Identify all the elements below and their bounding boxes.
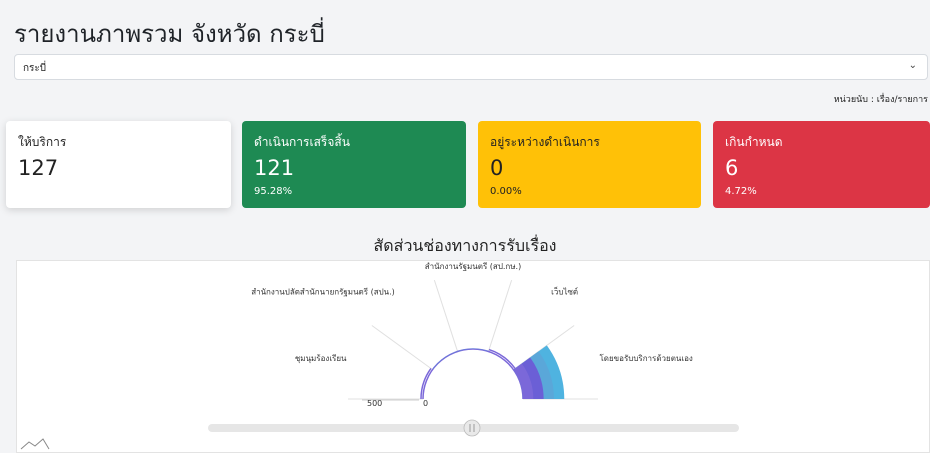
chart-category-label: สำนักงานรัฐมนตรี (สป.กษ.): [425, 262, 521, 271]
chart-svg: ชุมนุมร้องเรียน สำนักงานปลัดสำนักนายกรัฐม…: [20, 262, 739, 450]
province-select-value: กระบี่: [23, 63, 47, 74]
chart-inner-arc: [422, 348, 524, 400]
card-value: 121: [254, 156, 295, 180]
card-overdue: เกินกำหนด 6 4.72%: [713, 121, 930, 208]
chart-bar[interactable]: [432, 351, 458, 370]
unit-note: หน่วยนับ : เรื่อง/รายการ: [833, 95, 928, 105]
axis-label-0: 0: [423, 399, 428, 408]
channel-chart: ชุมนุมร้องเรียน สำนักงานปลัดสำนักนายกรัฐม…: [16, 260, 930, 453]
axis-label-500: 500: [367, 399, 382, 408]
chart-grid-spoke: [433, 279, 459, 352]
chart-grid-spoke: [487, 279, 513, 352]
card-value: 0: [490, 156, 504, 180]
chart-category-label: เว็บไซต์: [551, 286, 578, 296]
chart-title: สัดส่วนช่องทางการรับเรื่อง: [373, 236, 557, 255]
chart-category-labels: ชุมนุมร้องเรียน สำนักงานปลัดสำนักนายกรัฐม…: [251, 262, 693, 363]
card-percent: 0.00%: [490, 186, 522, 197]
card-label: อยู่ระหว่างดำเนินการ: [490, 135, 600, 149]
card-value: 127: [18, 156, 59, 180]
drag-handle-icon[interactable]: [463, 419, 481, 437]
chart-bar[interactable]: [432, 351, 458, 370]
chart-bar[interactable]: [432, 351, 458, 370]
chart-grid-spoke: [371, 325, 433, 371]
card-label: ให้บริการ: [18, 135, 67, 149]
card-label: ดำเนินการเสร็จสิ้น: [254, 135, 350, 149]
chevron-down-icon: ⌄: [908, 60, 917, 71]
chart-bar[interactable]: [432, 351, 458, 370]
chart-category-label: โดยขอรับบริการด้วยตนเอง: [599, 353, 692, 363]
card-completed: ดำเนินการเสร็จสิ้น 121 95.28%: [242, 121, 466, 208]
card-percent: 4.72%: [725, 186, 757, 197]
province-select[interactable]: กระบี่ ⌄: [14, 54, 928, 80]
card-label: เกินกำหนด: [725, 135, 783, 149]
card-percent: 95.28%: [254, 186, 293, 197]
chart-category-label: ชุมนุมร้องเรียน: [295, 354, 347, 363]
chart-category-label: สำนักงานปลัดสำนักนายกรัฐมนตรี (สปน.): [251, 287, 395, 296]
card-total-service: ให้บริการ 127: [6, 121, 231, 208]
area-chart-icon[interactable]: [20, 438, 50, 450]
card-in-progress: อยู่ระหว่างดำเนินการ 0 0.00%: [478, 121, 701, 208]
card-value: 6: [725, 156, 739, 180]
page-title: รายงานภาพรวม จังหวัด กระบี่: [14, 20, 325, 48]
